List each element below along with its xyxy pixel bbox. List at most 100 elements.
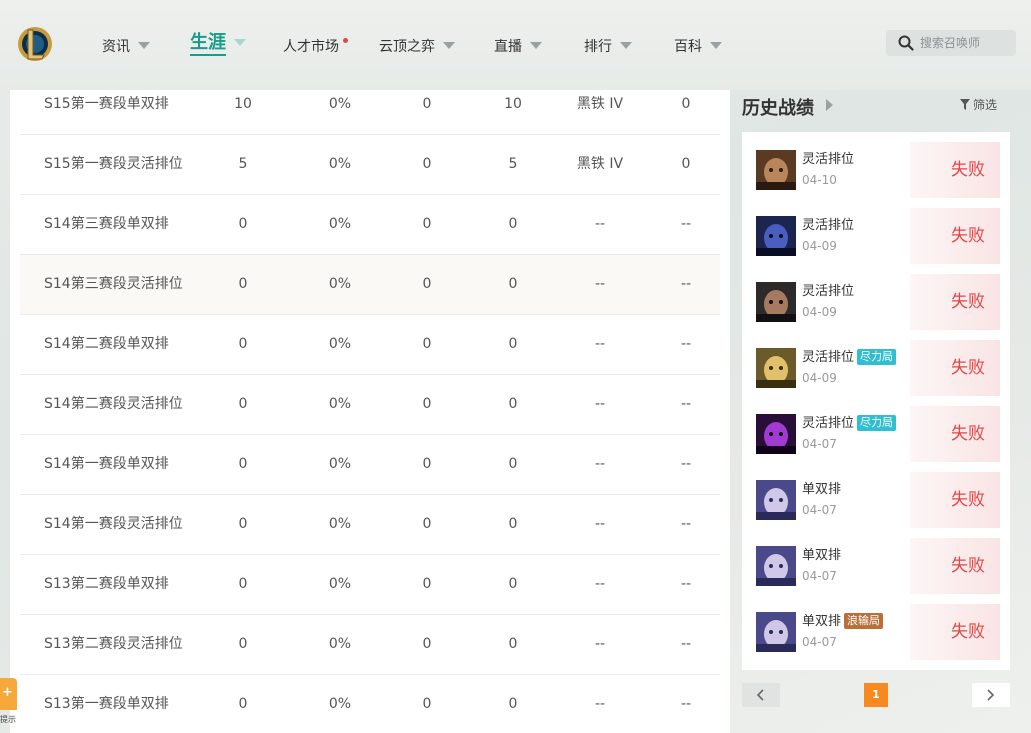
rank-points-cell: -- [680, 576, 692, 592]
match-date: 04-07 [802, 569, 837, 583]
rank-tier-cell: -- [594, 456, 606, 472]
chevron-down-icon [530, 42, 542, 49]
season-name-cell: S13第一赛段单双排 [44, 696, 169, 712]
games-count-cell: 0 [238, 396, 248, 412]
match-date: 04-09 [802, 371, 837, 385]
prev-page-button[interactable] [742, 683, 780, 707]
lol-logo-icon[interactable] [16, 24, 54, 64]
wins-cell: 0 [422, 516, 432, 532]
losses-cell: 0 [508, 516, 518, 532]
nav-talent-market[interactable]: 人才市场 [283, 36, 348, 58]
match-mode: 灵活排位 [802, 148, 854, 167]
wins-cell: 0 [422, 456, 432, 472]
nav-career[interactable]: 生涯 [190, 32, 246, 56]
table-row: S13第二赛段灵活排位 0 0% 0 0 -- -- [20, 615, 720, 675]
match-result: 失败 [910, 208, 1000, 264]
match-mode-label: 灵活排位 [802, 350, 855, 365]
losses-cell: 0 [508, 336, 518, 352]
losses-cell: 5 [508, 156, 518, 172]
match-date: 04-07 [802, 503, 837, 517]
next-page-button[interactable] [972, 683, 1010, 707]
games-count-cell: 0 [238, 456, 248, 472]
match-tag-badge: 浪输局 [844, 613, 884, 629]
season-name-cell: S13第二赛段灵活排位 [44, 636, 183, 652]
table-row: S14第三赛段灵活排位 0 0% 0 0 -- -- [20, 255, 720, 315]
match-tag-badge: 尽力局 [857, 415, 897, 431]
nav-tft[interactable]: 云顶之弈 [379, 36, 455, 58]
season-name-cell: S15第一赛段单双排 [44, 96, 169, 112]
rank-tier-cell: -- [594, 576, 606, 592]
table-row: S13第一赛段单双排 0 0% 0 0 -- -- [20, 675, 720, 733]
table-row: S14第二赛段单双排 0 0% 0 0 -- -- [20, 315, 720, 375]
wins-cell: 0 [422, 156, 432, 172]
games-count-cell: 0 [238, 336, 248, 352]
table-row: S14第一赛段灵活排位 0 0% 0 0 -- -- [20, 495, 720, 555]
games-count-cell: 0 [238, 276, 248, 292]
match-date: 04-10 [802, 173, 837, 187]
season-name-cell: S13第二赛段单双排 [44, 576, 169, 592]
filter-icon [960, 99, 970, 110]
games-count-cell: 10 [234, 96, 252, 112]
wins-cell: 0 [422, 696, 432, 712]
match-result: 失败 [910, 274, 1000, 330]
match-result: 失败 [910, 472, 1000, 528]
match-result: 失败 [910, 538, 1000, 594]
wins-cell: 0 [422, 396, 432, 412]
match-mode: 灵活排位 尽力局 [802, 412, 897, 431]
champion-avatar [756, 480, 796, 520]
match-item[interactable]: 灵活排位 尽力局 04-07 失败 [756, 406, 1000, 462]
match-mode-label: 单双排 [802, 482, 842, 497]
rank-tier-cell: 黑铁 IV [576, 156, 624, 172]
season-name-cell: S14第二赛段单双排 [44, 336, 169, 352]
match-item[interactable]: 灵活排位 04-09 失败 [756, 274, 1000, 330]
nav-live[interactable]: 直播 [494, 36, 542, 58]
nav-ranking[interactable]: 排行 [584, 36, 632, 58]
rank-tier-cell: -- [594, 216, 606, 232]
chevron-right-icon[interactable] [826, 99, 833, 111]
search-input[interactable] [920, 33, 1012, 53]
games-count-cell: 0 [238, 696, 248, 712]
rank-tier-cell: -- [594, 696, 606, 712]
match-mode-label: 灵活排位 [802, 152, 855, 167]
rank-tier-cell: -- [594, 516, 606, 532]
match-mode-label: 灵活排位 [802, 416, 855, 431]
page-number-current[interactable]: 1 [864, 683, 888, 707]
match-mode: 单双排 [802, 544, 841, 563]
champion-avatar [756, 348, 796, 388]
season-name-cell: S14第三赛段灵活排位 [44, 276, 183, 292]
table-row: S14第一赛段单双排 0 0% 0 0 -- -- [20, 435, 720, 495]
win-rate-cell: 0% [328, 336, 352, 352]
filter-button[interactable]: 筛选 [960, 96, 997, 113]
match-mode-label: 单双排 [802, 614, 842, 629]
helper-widget[interactable]: + 提示 [0, 678, 17, 726]
match-result: 失败 [910, 604, 1000, 660]
losses-cell: 0 [508, 456, 518, 472]
history-title[interactable]: 历史战绩 [742, 94, 814, 120]
search-icon[interactable] [898, 35, 914, 51]
rank-points-cell: 0 [681, 156, 691, 172]
chevron-down-icon [138, 42, 150, 49]
match-item[interactable]: 灵活排位 04-10 失败 [756, 142, 1000, 198]
match-item[interactable]: 单双排 04-07 失败 [756, 472, 1000, 528]
win-rate-cell: 0% [328, 636, 352, 652]
chevron-down-icon [620, 42, 632, 49]
match-date: 04-07 [802, 635, 837, 649]
match-item[interactable]: 单双排 04-07 失败 [756, 538, 1000, 594]
match-date: 04-09 [802, 239, 837, 253]
history-list: 灵活排位 04-10 失败 灵活排位 04-09 失败 灵活排位 04-09 失败 灵活排位 尽力局… [742, 132, 1010, 670]
match-result: 失败 [910, 406, 1000, 462]
helper-label: 提示 [0, 715, 16, 724]
search-box[interactable] [886, 30, 1016, 56]
nav-news[interactable]: 资讯 [102, 36, 150, 58]
match-date: 04-07 [802, 437, 837, 451]
match-item[interactable]: 灵活排位 尽力局 04-09 失败 [756, 340, 1000, 396]
match-item[interactable]: 灵活排位 04-09 失败 [756, 208, 1000, 264]
helper-icon[interactable]: + [0, 678, 17, 710]
match-item[interactable]: 单双排 浪输局 04-07 失败 [756, 604, 1000, 660]
wins-cell: 0 [422, 576, 432, 592]
match-tag-badge: 尽力局 [857, 349, 897, 365]
chevron-right-icon [987, 689, 995, 701]
nav-wiki[interactable]: 百科 [674, 36, 722, 58]
rank-tier-cell: -- [594, 276, 606, 292]
match-mode: 单双排 [802, 478, 841, 497]
